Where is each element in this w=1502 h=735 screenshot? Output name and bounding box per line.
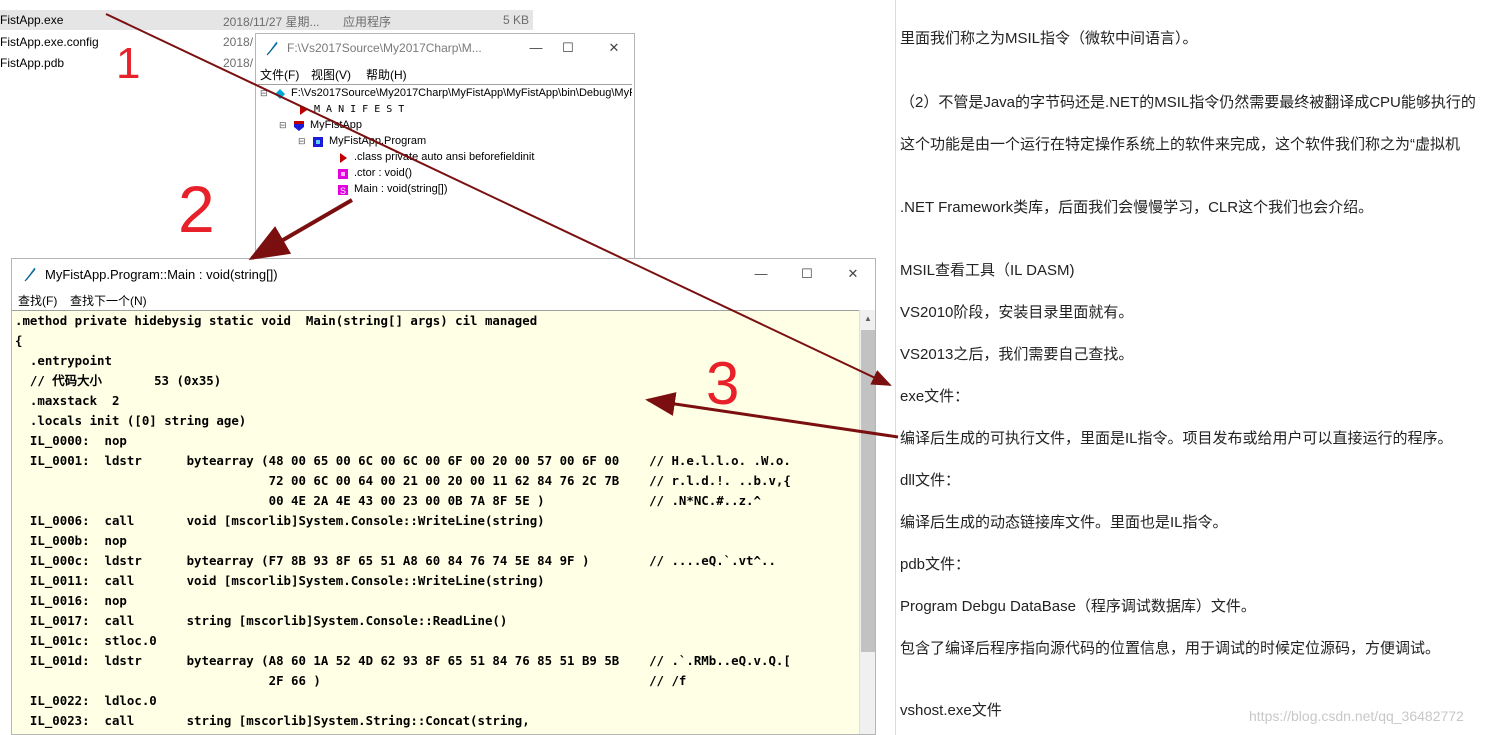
article-divider (895, 0, 896, 735)
watermark: https://blog.csdn.net/qq_36482772 (1249, 708, 1464, 724)
ildasm-feather-icon (22, 266, 38, 282)
scroll-up-icon[interactable]: ▲ (860, 310, 875, 327)
article-line: 包含了编译后程序指向源代码的位置信息，用于调试的时候定位源码，方便调试。 (900, 640, 1441, 657)
collapse-icon[interactable]: ⊟ (298, 133, 307, 149)
code-line: 00 4E 2A 4E 43 00 23 00 0B 7A 8F 5E ) //… (15, 493, 761, 508)
article-line: 这个功能是由一个运行在特定操作系统上的软件来完成，这个软件我们称之为“虚拟机 (900, 136, 1460, 153)
minimize-button[interactable]: — (741, 259, 781, 289)
tree-node-namespace[interactable]: ⊟ MyFistApp (279, 117, 362, 133)
disassembly-window: MyFistApp.Program::Main : void(string[])… (11, 258, 876, 735)
article-line: .NET Framework类库，后面我们会慢慢学习，CLR这个我们也会介绍。 (900, 199, 1374, 216)
collapse-icon[interactable]: ⊟ (260, 85, 269, 101)
class-icon (313, 136, 323, 148)
code-line: 72 00 6C 00 64 00 21 00 20 00 11 62 84 7… (15, 473, 791, 488)
window-title: F:\Vs2017Source\My2017Charp\M... (287, 41, 482, 55)
code-line: IL_0017: call string [mscorlib]System.Co… (15, 613, 508, 628)
menu-file[interactable]: 文件(F) (260, 66, 299, 83)
collapse-icon[interactable]: ⊟ (279, 117, 288, 133)
article-line: dll文件： (900, 472, 961, 489)
menu-view[interactable]: 视图(V) (311, 66, 351, 83)
code-line: // 代码大小 53 (0x35) (15, 373, 222, 388)
menu-find-next[interactable]: 查找下一个(N) (70, 292, 147, 309)
node-label: .class private auto ansi beforefieldinit (354, 151, 535, 163)
file-type: 应用程序 (343, 15, 392, 29)
code-line: IL_0001: ldstr bytearray (48 00 65 00 6C… (15, 453, 791, 468)
close-button[interactable]: ✕ (594, 34, 634, 62)
code-line: IL_0000: nop (15, 433, 127, 448)
ildasm-tree-window: F:\Vs2017Source\My2017Charp\M... — ☐ ✕ 文… (255, 33, 635, 263)
ildasm-feather-icon (264, 40, 280, 56)
file-row-exe[interactable]: FistApp.exe 2018/11/27 星期... 应用程序 5 KB (0, 10, 533, 30)
article-line: （2）不管是Java的字节码还是.NET的MSIL指令仍然需要最终被翻译成CPU… (900, 94, 1476, 111)
node-label: .ctor : void() (354, 167, 413, 179)
code-line: IL_000b: nop (15, 533, 127, 548)
method-icon (338, 168, 348, 180)
menu-find[interactable]: 查找(F) (18, 292, 57, 309)
tree-node-class-info[interactable]: .class private auto ansi beforefieldinit (338, 149, 534, 165)
article-line: 编译后生成的动态链接库文件。里面也是IL指令。 (900, 514, 1228, 531)
node-label: M A N I F E S T (314, 104, 405, 115)
tree-node-class[interactable]: ⊟ MyFistApp.Program (298, 133, 426, 149)
code-line: .maxstack 2 (15, 393, 120, 408)
svg-text:S: S (340, 186, 346, 195)
title-bar[interactable]: F:\Vs2017Source\My2017Charp\M... — ☐ ✕ (256, 34, 634, 62)
code-line: IL_001d: ldstr bytearray (A8 60 1A 52 4D… (15, 653, 791, 668)
menu-bar: 文件(F) 视图(V) 帮助(H) (256, 63, 634, 83)
article-line: MSIL查看工具（IL DASM) (900, 262, 1075, 279)
manifest-icon (298, 104, 308, 116)
tree-node-manifest[interactable]: M A N I F E S T (298, 101, 404, 117)
code-line: IL_000c: ldstr bytearray (F7 8B 93 8F 65… (15, 553, 776, 568)
static-method-icon: S (338, 184, 348, 196)
file-date: 2018/ (223, 56, 254, 70)
node-label: MyFistApp.Program (329, 135, 427, 147)
code-line: .locals init ([0] string age) (15, 413, 247, 428)
maximize-button[interactable]: ☐ (787, 259, 827, 289)
article-line: vshost.exe文件 (900, 702, 1002, 719)
code-line: { (15, 333, 23, 348)
menu-help[interactable]: 帮助(H) (366, 66, 407, 83)
code-line: IL_0016: nop (15, 593, 127, 608)
code-line: IL_0011: call void [mscorlib]System.Cons… (15, 573, 545, 588)
scroll-thumb[interactable] (861, 330, 875, 652)
article-line: 里面我们称之为MSIL指令（微软中间语言）。 (900, 30, 1198, 47)
window-title: MyFistApp.Program::Main : void(string[]) (45, 267, 278, 282)
file-date: 2018/ (223, 35, 254, 49)
code-line: IL_001c: stloc.0 (15, 633, 157, 648)
code-line: 2F 66 ) // /f (15, 673, 687, 688)
file-size: 5 KB (502, 13, 529, 27)
file-date: 2018/11/27 星期... (223, 15, 320, 29)
article-line: exe文件： (900, 388, 970, 405)
tree-view: ⊟ F:\Vs2017Source\My2017Charp\MyFistApp\M… (258, 84, 632, 262)
tree-node-main[interactable]: S Main : void(string[]) (338, 181, 448, 197)
tree-node-ctor[interactable]: .ctor : void() (338, 165, 412, 181)
article-line: Program Debgu DataBase（程序调试数据库）文件。 (900, 598, 1256, 615)
title-bar[interactable]: MyFistApp.Program::Main : void(string[])… (12, 259, 875, 289)
code-line: IL_0022: ldloc.0 (15, 693, 157, 708)
code-line: .method private hidebysig static void Ma… (15, 313, 538, 328)
code-view[interactable]: .method private hidebysig static void Ma… (12, 310, 859, 734)
node-label: Main : void(string[]) (354, 183, 448, 195)
code-line: .entrypoint (15, 353, 112, 368)
article-line: VS2013之后，我们需要自己查找。 (900, 346, 1134, 363)
article-line: 编译后生成的可执行文件，里面是IL指令。项目发布或给用户可以直接运行的程序。 (900, 430, 1453, 447)
file-name: FistApp.exe.config (0, 35, 99, 49)
code-line: IL_0006: call void [mscorlib]System.Cons… (15, 513, 545, 528)
vertical-scrollbar[interactable]: ▲ (859, 310, 875, 734)
namespace-shield-icon (294, 120, 304, 132)
maximize-button[interactable]: ☐ (548, 34, 588, 62)
article-line: pdb文件： (900, 556, 971, 573)
menu-bar: 查找(F) 查找下一个(N) (12, 289, 875, 309)
class-info-icon (338, 152, 348, 164)
node-label: MyFistApp (310, 119, 362, 131)
file-name: FistApp.pdb (0, 56, 65, 70)
code-line: IL_0023: call string [mscorlib]System.St… (15, 713, 530, 728)
tree-node-assembly[interactable]: ⊟ F:\Vs2017Source\My2017Charp\MyFistApp\M… (260, 85, 632, 101)
close-button[interactable]: ✕ (833, 259, 873, 289)
article-line: VS2010阶段，安装目录里面就有。 (900, 304, 1134, 321)
file-name: FistApp.exe (0, 13, 64, 27)
node-label: F:\Vs2017Source\My2017Charp\MyFistApp\My… (291, 87, 632, 99)
annotation-mark-2: 2 (178, 172, 215, 246)
assembly-icon (275, 88, 285, 100)
